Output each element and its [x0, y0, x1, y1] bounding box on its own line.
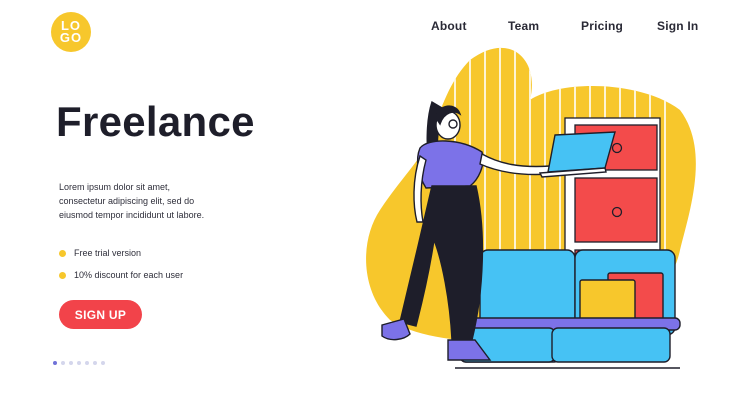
yellow-dot-icon — [59, 249, 66, 257]
hero-description: Lorem ipsum dolor sit amet, consectetur … — [59, 182, 205, 220]
top-nav: About Team Pricing Sign In — [0, 19, 749, 37]
feature-label: Free trial version — [74, 248, 142, 258]
yellow-dot-icon — [59, 271, 66, 279]
feature-item-free-trial: Free trial version — [59, 248, 141, 258]
pager-dot[interactable] — [53, 361, 57, 365]
pager-dot[interactable] — [77, 361, 81, 365]
nav-link-team[interactable]: Team — [508, 19, 539, 33]
sofa — [455, 249, 681, 369]
sign-up-button[interactable]: SIGN UP — [59, 300, 142, 329]
nav-link-pricing[interactable]: Pricing — [581, 19, 623, 33]
pager-dot[interactable] — [93, 361, 97, 365]
pager-dot[interactable] — [101, 361, 105, 365]
feature-label: 10% discount for each user — [74, 270, 184, 280]
feature-item-discount: 10% discount for each user — [59, 270, 183, 280]
pager-dot[interactable] — [85, 361, 89, 365]
hero-title: Freelance — [56, 98, 255, 145]
nav-link-about[interactable]: About — [431, 19, 467, 33]
pager-dot[interactable] — [69, 361, 73, 365]
freelancer-illustration — [366, 47, 696, 369]
nav-link-sign-in[interactable]: Sign In — [657, 19, 698, 33]
carousel-pager — [53, 361, 105, 365]
pager-dot[interactable] — [61, 361, 65, 365]
